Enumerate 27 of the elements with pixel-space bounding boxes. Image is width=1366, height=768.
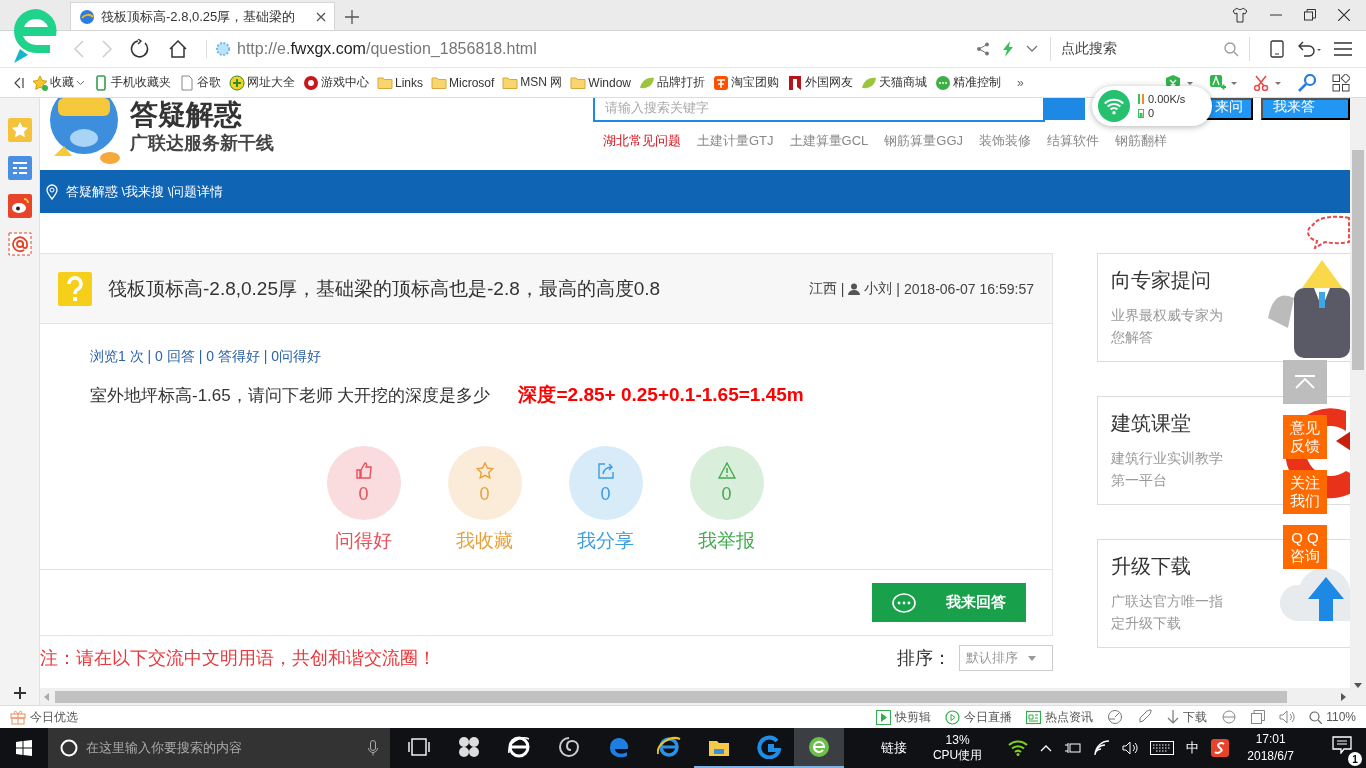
cpu-label: CPU使用 [932, 748, 983, 763]
action-label: 问得好 [335, 529, 392, 553]
question-stats: 浏览1 次 | 0 回答 | 0 答得好 | 0问得好 [90, 348, 323, 366]
sort-label: 排序： [897, 647, 951, 670]
notice-text: 注：请在以下交流中文明用语，共创和谐交流圈！ [40, 647, 436, 670]
logo-subtitle: 广联达服务新干线 [130, 132, 274, 154]
action-label: 我收藏 [456, 529, 513, 553]
card-subtitle: 建筑行业实训教学第一平台 [1111, 449, 1224, 490]
action-label: 我举报 [698, 529, 755, 553]
device-count: 0 [1148, 107, 1155, 119]
post-time: 2018-06-07 16:59:57 [904, 280, 1034, 297]
card-subtitle: 广联达官方唯一指定升级下载 [1111, 592, 1224, 633]
logo-title: 答疑解惑 [130, 98, 243, 132]
location-text: 江西 [808, 279, 837, 298]
card-subtitle: 业界最权威专家为您解答 [1111, 306, 1224, 347]
divider-text: | [840, 280, 845, 297]
action-label: 我分享 [577, 529, 634, 553]
notification-count: 1 [1348, 752, 1362, 766]
card-title: 向专家提问 [1111, 268, 1212, 293]
question-title: 筏板顶标高-2.8,0.25厚，基础梁的顶标高也是-2.8，最高的高度0.8 [108, 276, 662, 301]
divider-text: | [896, 280, 900, 297]
answer-note: 深度=2.85+ 0.25+0.1-1.65=1.45m [518, 383, 804, 407]
cpu-percent: 13% [945, 733, 970, 748]
question-text: 室外地坪标高-1.65，请问下老师 大开挖的深度是多少 [90, 384, 491, 407]
network-speed: 0.00K/s [1148, 93, 1186, 105]
card-title: 升级下载 [1111, 554, 1192, 579]
card-title: 建筑课堂 [1111, 411, 1192, 436]
